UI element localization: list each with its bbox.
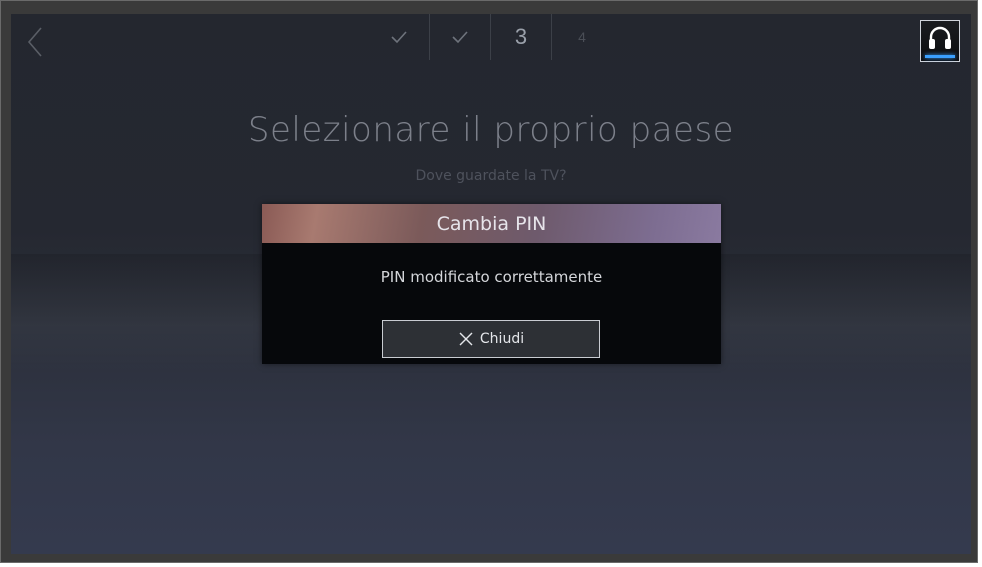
headset-indicator bbox=[925, 55, 955, 58]
tv-setup-screen: 3 4 Selezionare il proprio paese Dove gu… bbox=[11, 14, 971, 554]
checkmark-icon bbox=[452, 31, 468, 44]
step-3-label: 3 bbox=[514, 24, 528, 49]
dialog-message: PIN modificato correttamente bbox=[380, 268, 603, 286]
back-button[interactable] bbox=[21, 24, 51, 60]
change-pin-dialog: Cambia PIN PIN modificato correttamente … bbox=[262, 204, 721, 364]
step-3: 3 bbox=[490, 14, 551, 60]
page-subtitle: Dove guardate la TV? bbox=[415, 168, 567, 184]
dialog-title: Cambia PIN bbox=[436, 212, 547, 235]
step-1 bbox=[369, 14, 429, 60]
page-title: Selezionare il proprio paese bbox=[247, 110, 735, 150]
close-button-label: Chiudi bbox=[479, 331, 525, 347]
dialog-header: Cambia PIN bbox=[262, 204, 721, 243]
setup-steps: 3 4 bbox=[369, 14, 612, 60]
headset-icon bbox=[929, 26, 951, 49]
close-button[interactable]: Chiudi bbox=[382, 320, 600, 358]
checkmark-icon bbox=[391, 31, 407, 44]
step-4: 4 bbox=[551, 14, 612, 60]
step-2 bbox=[429, 14, 490, 60]
close-icon bbox=[459, 332, 473, 346]
chevron-left-icon bbox=[27, 27, 42, 57]
step-4-label: 4 bbox=[578, 29, 586, 45]
voice-guide-button[interactable] bbox=[920, 20, 960, 62]
